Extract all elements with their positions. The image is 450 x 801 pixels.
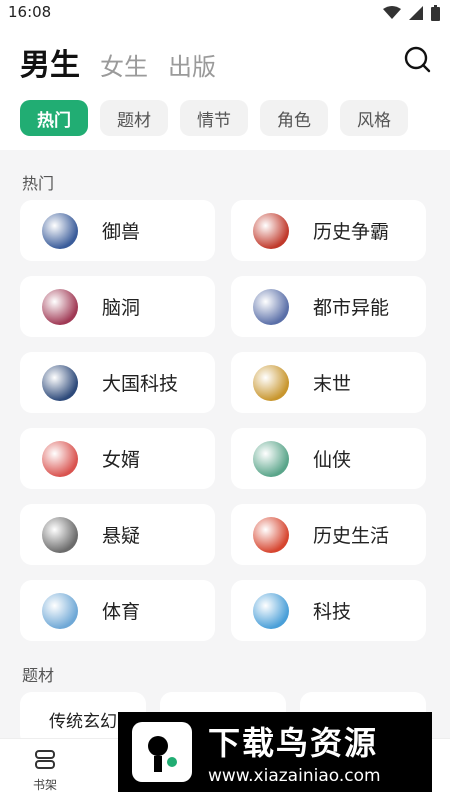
category-label: 大国科技 <box>102 373 179 395</box>
category-label: 都市异能 <box>313 297 390 319</box>
category-label: 悬疑 <box>102 525 141 547</box>
category-thumbnail-icon <box>253 440 289 477</box>
hot-category-grid: 御兽 历史争霸脑洞 都市异能大国科技 末世女婿 仙侠悬疑 历史生活体育 科技 <box>20 200 426 641</box>
header: 男生 女生 出版 热门 题材 情节 角色 风格 <box>0 26 450 150</box>
category-thumbnail-icon <box>253 212 289 249</box>
status-icons <box>383 5 440 21</box>
chip-style[interactable]: 风格 <box>340 100 408 136</box>
category-thumbnail-icon <box>42 364 78 401</box>
battery-icon <box>431 5 440 21</box>
category-thumbnail-icon <box>253 592 289 629</box>
category-card[interactable]: 科技 <box>231 580 426 641</box>
category-label: 末世 <box>313 373 352 395</box>
watermark-logo-icon <box>132 722 192 782</box>
category-thumbnail-icon <box>253 364 289 401</box>
category-content: 热门 御兽 历史争霸 脑洞 都市异能 大国科技 末世 女婿 仙侠 悬疑 历史生活 体育 科技 题材 传… <box>0 150 450 738</box>
category-card[interactable]: 脑洞 <box>20 276 215 337</box>
chip-theme[interactable]: 题材 <box>100 100 168 136</box>
category-thumbnail-icon <box>42 212 78 249</box>
tab-female[interactable]: 女生 <box>100 47 148 82</box>
category-label: 脑洞 <box>102 297 141 319</box>
category-label: 女婿 <box>102 449 141 471</box>
wifi-icon <box>383 6 401 19</box>
nav-item[interactable]: 书架 <box>0 739 90 801</box>
category-thumbnail-icon <box>253 288 289 325</box>
nav-label: 书架 <box>32 777 57 792</box>
chip-hot[interactable]: 热门 <box>20 100 88 136</box>
category-thumbnail-icon <box>42 592 78 629</box>
category-card[interactable]: 御兽 <box>20 200 215 261</box>
tab-publish[interactable]: 出版 <box>168 47 216 82</box>
chip-role[interactable]: 角色 <box>260 100 328 136</box>
bookshelf-icon <box>35 749 55 769</box>
category-card[interactable]: 末世 <box>231 352 426 413</box>
category-label: 御兽 <box>102 221 141 243</box>
category-thumbnail-icon <box>253 516 289 553</box>
category-label: 历史生活 <box>313 525 390 547</box>
category-card[interactable]: 历史生活 <box>231 504 426 565</box>
status-bar: 16:08 <box>0 0 450 26</box>
gender-tabs: 男生 女生 出版 <box>20 40 216 84</box>
category-card[interactable]: 历史争霸 <box>231 200 426 261</box>
watermark-title: 下载鸟资源 <box>208 724 379 762</box>
category-label: 体育 <box>102 601 141 623</box>
category-card[interactable]: 仙侠 <box>231 428 426 489</box>
category-chips: 热门 题材 情节 角色 风格 <box>20 100 408 136</box>
signal-icon <box>409 6 423 20</box>
section-title-theme: 题材 <box>22 666 55 685</box>
category-label: 历史争霸 <box>313 221 390 243</box>
section-title-hot: 热门 <box>22 174 55 193</box>
watermark-banner: 下载鸟资源 www.xiazainiao.com <box>118 712 432 792</box>
category-card[interactable]: 女婿 <box>20 428 215 489</box>
category-card[interactable]: 都市异能 <box>231 276 426 337</box>
category-label: 仙侠 <box>313 449 352 471</box>
category-card[interactable]: 大国科技 <box>20 352 215 413</box>
category-card[interactable]: 悬疑 <box>20 504 215 565</box>
status-time: 16:08 <box>8 3 52 21</box>
tab-male[interactable]: 男生 <box>20 40 80 84</box>
chip-plot[interactable]: 情节 <box>180 100 248 136</box>
category-thumbnail-icon <box>42 516 78 553</box>
category-thumbnail-icon <box>42 288 78 325</box>
search-icon[interactable] <box>402 44 432 74</box>
category-thumbnail-icon <box>42 440 78 477</box>
category-label: 科技 <box>313 601 352 623</box>
category-card[interactable]: 体育 <box>20 580 215 641</box>
watermark-url: www.xiazainiao.com <box>208 766 381 786</box>
